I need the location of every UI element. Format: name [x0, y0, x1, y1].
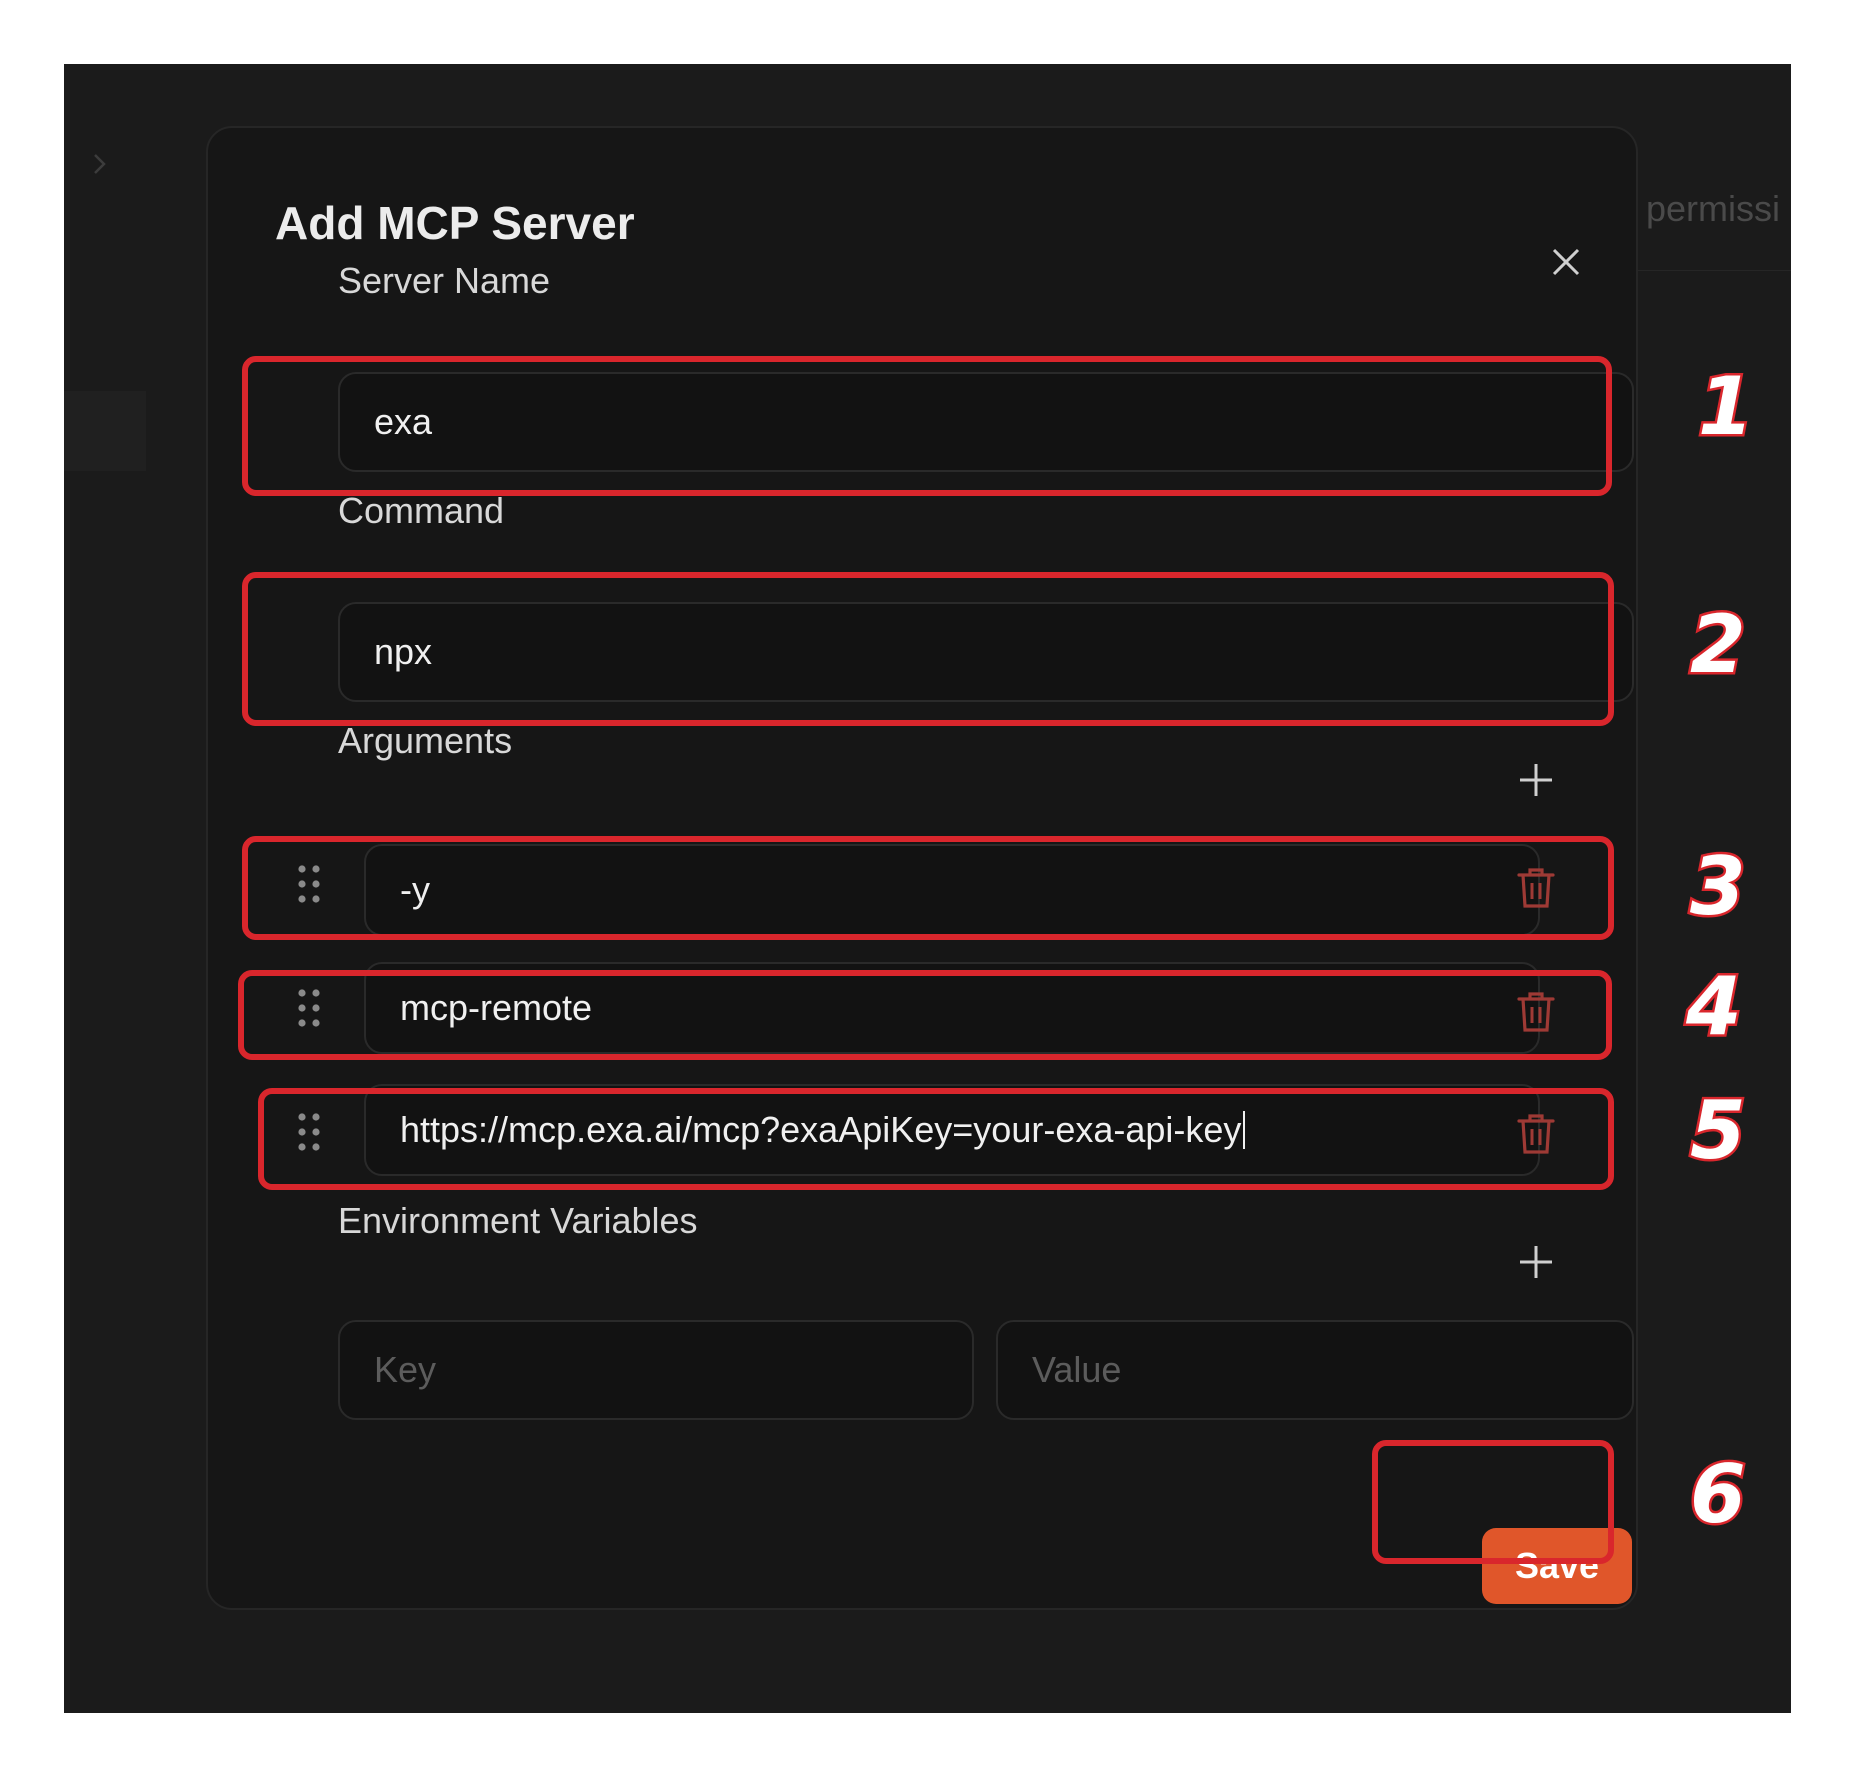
argument-input[interactable]: -y: [364, 844, 1540, 936]
chevron-right-icon[interactable]: [88, 152, 112, 176]
background-permissions-text: permissi: [1646, 188, 1781, 229]
background-divider: [1634, 270, 1791, 271]
env-value-input[interactable]: Value: [996, 1320, 1634, 1420]
argument-value: https://mcp.exa.ai/mcp?exaApiKey=your-ex…: [400, 1109, 1242, 1150]
argument-value: mcp-remote: [400, 987, 593, 1028]
annotation-number-2: 2: [1688, 596, 1749, 694]
arguments-label: Arguments: [338, 720, 513, 761]
drag-handle-icon[interactable]: [296, 1112, 322, 1152]
save-button[interactable]: Save: [1482, 1528, 1632, 1604]
command-label: Command: [338, 490, 505, 531]
annotation-number-6: 6: [1688, 1446, 1749, 1544]
drag-handle-icon[interactable]: [296, 864, 322, 904]
trash-icon[interactable]: [1516, 866, 1556, 910]
annotation-number-5: 5: [1688, 1082, 1749, 1180]
argument-input[interactable]: mcp-remote: [364, 962, 1540, 1054]
app-screen: permissi Add MCP Server Server Name exa …: [64, 64, 1791, 1713]
command-value: npx: [374, 631, 433, 672]
env-key-input[interactable]: Key: [338, 1320, 974, 1420]
drag-handle-icon[interactable]: [296, 988, 322, 1028]
background-sidebar-item: [64, 391, 146, 471]
trash-icon[interactable]: [1516, 990, 1556, 1034]
close-icon[interactable]: [1546, 242, 1586, 282]
env-key-placeholder: Key: [374, 1349, 437, 1390]
text-cursor: [1243, 1111, 1246, 1149]
server-name-input[interactable]: exa: [338, 372, 1634, 472]
server-name-value: exa: [374, 401, 433, 442]
dialog-title: Add MCP Server: [275, 197, 635, 249]
environment-variables-label: Environment Variables: [338, 1200, 698, 1241]
server-name-label: Server Name: [338, 260, 551, 301]
env-value-placeholder: Value: [1032, 1349, 1122, 1390]
command-input[interactable]: npx: [338, 602, 1634, 702]
argument-value: -y: [400, 869, 430, 910]
add-env-var-plus-icon[interactable]: [1516, 1242, 1556, 1282]
argument-input[interactable]: https://mcp.exa.ai/mcp?exaApiKey=your-ex…: [364, 1084, 1540, 1176]
trash-icon[interactable]: [1516, 1112, 1556, 1156]
annotation-number-1: 1: [1696, 358, 1757, 456]
annotation-number-4: 4: [1684, 958, 1745, 1056]
annotation-number-3: 3: [1688, 838, 1749, 936]
add-argument-plus-icon[interactable]: [1516, 760, 1556, 800]
